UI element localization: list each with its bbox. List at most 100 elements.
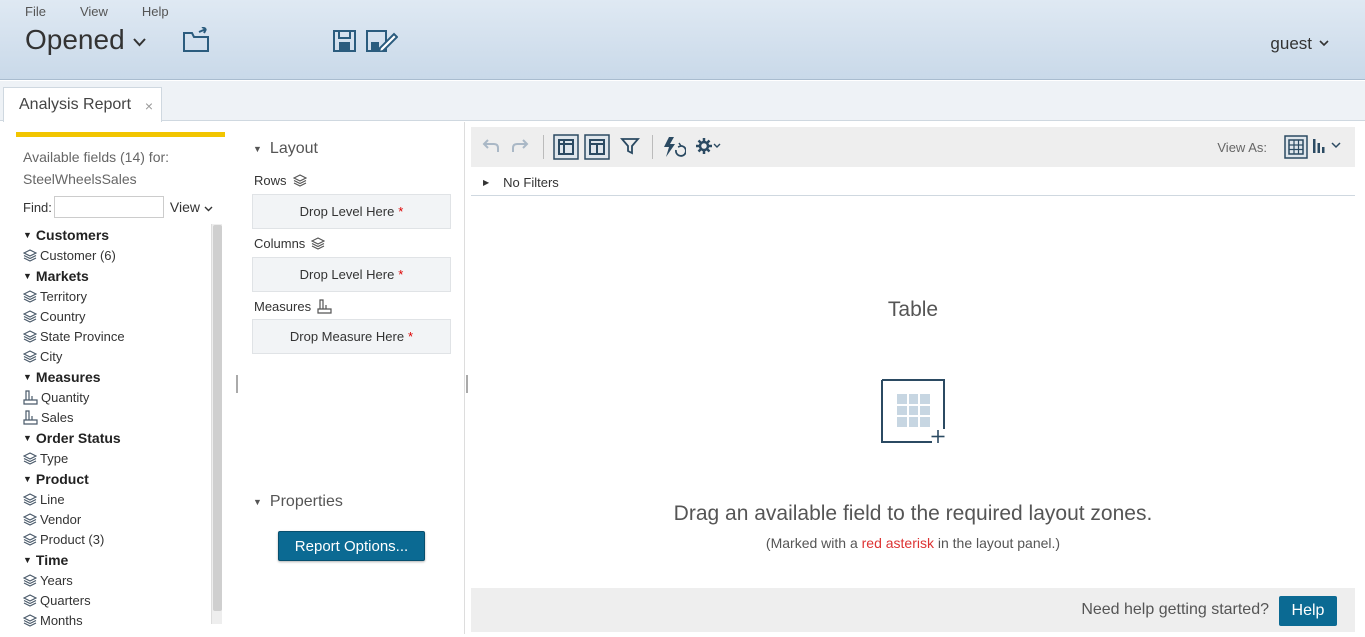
- triangle-down-icon: ▼: [23, 432, 32, 443]
- opened-dropdown[interactable]: Opened: [25, 24, 146, 56]
- help-button[interactable]: Help: [1279, 596, 1337, 626]
- scrollbar-thumb[interactable]: [213, 225, 222, 611]
- filters-toggle[interactable]: ▶ No Filters: [471, 170, 1355, 196]
- field-item[interactable]: Years: [21, 570, 213, 590]
- rows-dropzone[interactable]: Drop Level Here *: [252, 194, 451, 229]
- field-item-label: Sales: [41, 409, 74, 425]
- field-item[interactable]: Quarters: [21, 590, 213, 610]
- undo-icon[interactable]: [480, 136, 500, 161]
- hint-prefix: (Marked with a: [765, 535, 862, 551]
- level-icon: [311, 237, 326, 250]
- columns-label: Columns: [254, 236, 306, 251]
- chevron-down-icon: [1319, 38, 1329, 50]
- level-icon: [23, 349, 37, 363]
- layout-panel: ▼ Layout Rows Drop Level Here * Columns …: [245, 132, 460, 629]
- help-bar: Need help getting started? Help: [471, 588, 1355, 632]
- available-fields-panel: Available fields (14) for: SteelWheelsSa…: [15, 132, 227, 629]
- field-item[interactable]: Country: [21, 306, 213, 326]
- triangle-down-icon: ▼: [253, 144, 262, 154]
- find-label: Find:: [23, 199, 52, 215]
- menu-help[interactable]: Help: [142, 4, 169, 19]
- layout-section-toggle[interactable]: ▼ Layout: [253, 140, 318, 158]
- measures-label: Measures: [254, 299, 312, 314]
- user-menu[interactable]: guest: [1270, 34, 1329, 54]
- toggle-layout-panel-icon[interactable]: [553, 134, 579, 165]
- field-group-time[interactable]: ▼ Time: [21, 549, 213, 570]
- model-name: SteelWheelsSales: [23, 171, 137, 187]
- field-group-measures[interactable]: ▼ Measures: [21, 366, 213, 387]
- filters-label: No Filters: [503, 175, 559, 190]
- field-tree-scrollbar[interactable]: [211, 224, 222, 624]
- redo-icon[interactable]: [511, 136, 531, 161]
- tab-analysis-report[interactable]: Analysis Report ×: [3, 87, 162, 122]
- triangle-down-icon: ▼: [23, 473, 32, 484]
- left-splitter[interactable]: [236, 375, 238, 393]
- menu-view[interactable]: View: [80, 4, 108, 19]
- triangle-down-icon: ▼: [23, 554, 32, 565]
- columns-label-row: Columns: [254, 236, 326, 251]
- level-icon: [23, 573, 37, 587]
- field-item[interactable]: Type: [21, 448, 213, 468]
- field-item[interactable]: State Province: [21, 326, 213, 346]
- field-item-label: City: [40, 348, 63, 364]
- menu-file[interactable]: File: [25, 4, 46, 19]
- level-icon: [23, 613, 37, 627]
- settings-gear-icon[interactable]: [695, 136, 721, 161]
- field-item[interactable]: Line: [21, 489, 213, 509]
- columns-drop-text: Drop Level Here: [299, 267, 395, 282]
- level-icon: [23, 492, 37, 506]
- field-group-markets[interactable]: ▼ Markets: [21, 265, 213, 286]
- save-as-icon[interactable]: [366, 30, 399, 57]
- close-icon[interactable]: ×: [145, 98, 153, 114]
- field-item[interactable]: Months: [21, 610, 213, 629]
- filter-icon[interactable]: [620, 136, 640, 161]
- find-input[interactable]: [53, 196, 164, 218]
- report-options-button[interactable]: Report Options...: [278, 531, 425, 561]
- empty-state-hint: (Marked with a red asterisk in the layou…: [471, 535, 1355, 551]
- measures-dropzone[interactable]: Drop Measure Here *: [252, 319, 451, 354]
- field-group-label: Time: [35, 551, 69, 568]
- view-as-label: View As:: [1217, 140, 1267, 155]
- help-question: Need help getting started?: [1081, 601, 1269, 618]
- field-item-label: Months: [40, 612, 83, 628]
- level-icon: [292, 174, 307, 187]
- chart-type-dropdown[interactable]: [1312, 137, 1344, 160]
- measures-drop-text: Drop Measure Here: [289, 329, 405, 344]
- field-item[interactable]: City: [21, 346, 213, 366]
- columns-dropzone[interactable]: Drop Level Here *: [252, 257, 451, 292]
- rows-label-row: Rows: [254, 173, 307, 188]
- field-group-product[interactable]: ▼ Product: [21, 468, 213, 489]
- view-dropdown[interactable]: View: [170, 199, 213, 215]
- level-icon: [23, 289, 37, 303]
- report-canvas: View As: ▶ No Filters Table Drag an avai…: [464, 122, 1360, 634]
- field-item-label: Product (3): [40, 531, 105, 547]
- field-item-label: Quantity: [41, 389, 90, 405]
- open-folder-icon[interactable]: [182, 26, 212, 58]
- field-group-order-status[interactable]: ▼ Order Status: [21, 427, 213, 448]
- field-item[interactable]: Vendor: [21, 509, 213, 529]
- report-toolbar: View As:: [471, 127, 1355, 167]
- field-item-label: Territory: [40, 288, 87, 304]
- empty-state-message: Drag an available field to the required …: [673, 502, 1153, 525]
- field-group-customers[interactable]: ▼ Customers: [21, 224, 213, 245]
- opened-label: Opened: [25, 24, 125, 55]
- field-item[interactable]: Product (3): [21, 529, 213, 549]
- measure-icon: [23, 389, 38, 405]
- field-item-label: Years: [40, 572, 73, 588]
- toggle-fields-panel-icon[interactable]: [584, 134, 610, 165]
- required-asterisk: *: [408, 329, 414, 344]
- auto-refresh-icon[interactable]: [662, 136, 687, 163]
- field-item[interactable]: Sales: [21, 407, 213, 427]
- field-item-label: Line: [40, 491, 65, 507]
- chevron-down-icon: [204, 206, 213, 212]
- save-icon[interactable]: [333, 30, 356, 57]
- properties-section-toggle[interactable]: ▼ Properties: [253, 493, 343, 511]
- table-view-icon[interactable]: [1284, 135, 1308, 164]
- level-icon: [23, 512, 37, 526]
- field-item[interactable]: Customer (6): [21, 245, 213, 265]
- level-icon: [23, 309, 37, 323]
- triangle-down-icon: ▼: [253, 497, 262, 507]
- field-item[interactable]: Quantity: [21, 387, 213, 407]
- field-item[interactable]: Territory: [21, 286, 213, 306]
- available-fields-header: Available fields (14) for: SteelWheelsSa…: [23, 146, 169, 190]
